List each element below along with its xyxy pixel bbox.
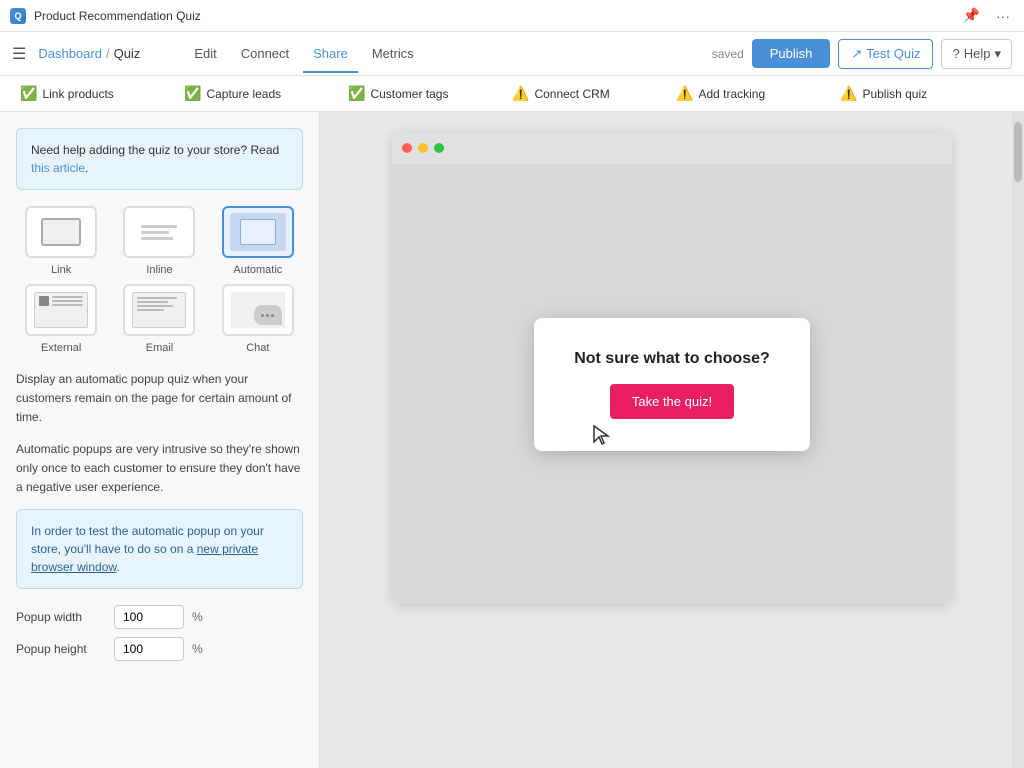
- this-article-link[interactable]: this article: [31, 161, 85, 175]
- breadcrumb-quiz: Quiz: [114, 46, 141, 61]
- title-bar: Q Product Recommendation Quiz 📌 ···: [0, 0, 1024, 32]
- popup-width-row: Popup width %: [16, 605, 303, 629]
- title-bar-actions: 📌 ···: [959, 5, 1014, 26]
- popup-width-input[interactable]: [114, 605, 184, 629]
- publish-button[interactable]: Publish: [752, 39, 831, 68]
- browser-content: Not sure what to choose? Take the quiz!: [392, 164, 952, 604]
- mode-link[interactable]: Link: [16, 206, 106, 276]
- app-name: Product Recommendation Quiz: [34, 9, 201, 23]
- description-1: Display an automatic popup quiz when you…: [16, 370, 303, 428]
- mode-automatic[interactable]: Automatic: [213, 206, 303, 276]
- mode-inline-label: Inline: [146, 264, 172, 276]
- info-box: Need help adding the quiz to your store?…: [16, 128, 303, 190]
- popup-width-label: Popup width: [16, 610, 106, 624]
- nav-bar: ☰ Dashboard / Quiz Edit Connect Share Me…: [0, 32, 1024, 76]
- tab-share[interactable]: Share: [303, 34, 358, 73]
- main-layout: Need help adding the quiz to your store?…: [0, 112, 1024, 768]
- mode-link-icon-box: [25, 206, 97, 258]
- mode-chat-icon-box: [222, 284, 294, 336]
- browser-window: Not sure what to choose? Take the quiz!: [392, 132, 952, 604]
- mode-email-icon-box: [123, 284, 195, 336]
- tab-edit[interactable]: Edit: [184, 34, 226, 73]
- breadcrumb-dashboard[interactable]: Dashboard: [38, 46, 102, 61]
- checklist-connect-crm[interactable]: ⚠️ Connect CRM: [512, 85, 676, 102]
- tab-metrics[interactable]: Metrics: [362, 34, 424, 73]
- breadcrumb: Dashboard / Quiz: [38, 46, 140, 61]
- warning-icon-add-tracking: ⚠️: [676, 85, 693, 102]
- external-link-icon: ↗: [851, 46, 862, 62]
- chat-icon: [231, 292, 285, 328]
- breadcrumb-separator: /: [106, 46, 110, 61]
- mode-link-label: Link: [51, 264, 71, 276]
- hamburger-button[interactable]: ☰: [12, 44, 26, 64]
- help-button[interactable]: ? Help ▾: [941, 39, 1012, 69]
- sidebar: Need help adding the quiz to your store?…: [0, 112, 320, 768]
- pin-button[interactable]: 📌: [959, 5, 984, 26]
- mode-external-label: External: [41, 342, 81, 354]
- popup-width-unit: %: [192, 610, 203, 624]
- mode-email[interactable]: Email: [114, 284, 204, 354]
- chat-bubble: [254, 305, 282, 325]
- description-2: Automatic popups are very intrusive so t…: [16, 440, 303, 498]
- mode-automatic-label: Automatic: [233, 264, 282, 276]
- test-quiz-button[interactable]: ↗ Test Quiz: [838, 39, 933, 69]
- browser-dot-green: [434, 143, 444, 153]
- nav-tabs: Edit Connect Share Metrics: [184, 34, 423, 73]
- scrollbar-track[interactable]: [1012, 112, 1024, 768]
- popup-overlay: Not sure what to choose? Take the quiz!: [392, 164, 952, 604]
- saved-indicator: saved: [712, 47, 744, 61]
- browser-dot-yellow: [418, 143, 428, 153]
- inline-icon: [137, 221, 181, 244]
- help-icon: ?: [952, 46, 959, 61]
- warning-icon-publish-quiz: ⚠️: [840, 85, 857, 102]
- checklist-customer-tags[interactable]: ✅ Customer tags: [348, 85, 512, 102]
- popup-height-label: Popup height: [16, 642, 106, 656]
- scrollbar-thumb[interactable]: [1014, 122, 1022, 182]
- chevron-down-icon: ▾: [994, 46, 1001, 62]
- mode-external[interactable]: External: [16, 284, 106, 354]
- browser-toolbar: [392, 132, 952, 164]
- tab-connect[interactable]: Connect: [231, 34, 299, 73]
- mode-chat[interactable]: Chat: [213, 284, 303, 354]
- popup-title: Not sure what to choose?: [574, 350, 770, 368]
- browser-dot-red: [402, 143, 412, 153]
- preview-area: Not sure what to choose? Take the quiz!: [320, 112, 1024, 768]
- link-icon: [41, 218, 81, 246]
- app-icon: Q: [10, 8, 26, 24]
- mode-external-icon-box: [25, 284, 97, 336]
- mode-inline-icon-box: [123, 206, 195, 258]
- checklist-link-products[interactable]: ✅ Link products: [20, 85, 184, 102]
- check-icon-link-products: ✅: [20, 85, 37, 102]
- mode-grid: Link Inline: [16, 206, 303, 354]
- automatic-icon: [230, 213, 286, 251]
- take-quiz-button[interactable]: Take the quiz!: [610, 384, 734, 419]
- check-icon-capture-leads: ✅: [184, 85, 201, 102]
- external-icon: [34, 292, 88, 328]
- checklist-add-tracking[interactable]: ⚠️ Add tracking: [676, 85, 840, 102]
- checklist-publish-quiz[interactable]: ⚠️ Publish quiz: [840, 85, 1004, 102]
- popup-card: Not sure what to choose? Take the quiz!: [534, 318, 810, 451]
- popup-height-row: Popup height %: [16, 637, 303, 661]
- mode-automatic-icon-box: [222, 206, 294, 258]
- check-icon-customer-tags: ✅: [348, 85, 365, 102]
- more-button[interactable]: ···: [992, 6, 1014, 26]
- popup-height-input[interactable]: [114, 637, 184, 661]
- checklist-capture-leads[interactable]: ✅ Capture leads: [184, 85, 348, 102]
- mode-inline[interactable]: Inline: [114, 206, 204, 276]
- nav-right: saved Publish ↗ Test Quiz ? Help ▾: [712, 39, 1012, 69]
- mode-email-label: Email: [146, 342, 174, 354]
- warning-icon-connect-crm: ⚠️: [512, 85, 529, 102]
- checklist-bar: ✅ Link products ✅ Capture leads ✅ Custom…: [0, 76, 1024, 112]
- email-icon: [132, 292, 186, 328]
- mode-chat-label: Chat: [246, 342, 269, 354]
- popup-height-unit: %: [192, 642, 203, 656]
- note-box: In order to test the automatic popup on …: [16, 509, 303, 589]
